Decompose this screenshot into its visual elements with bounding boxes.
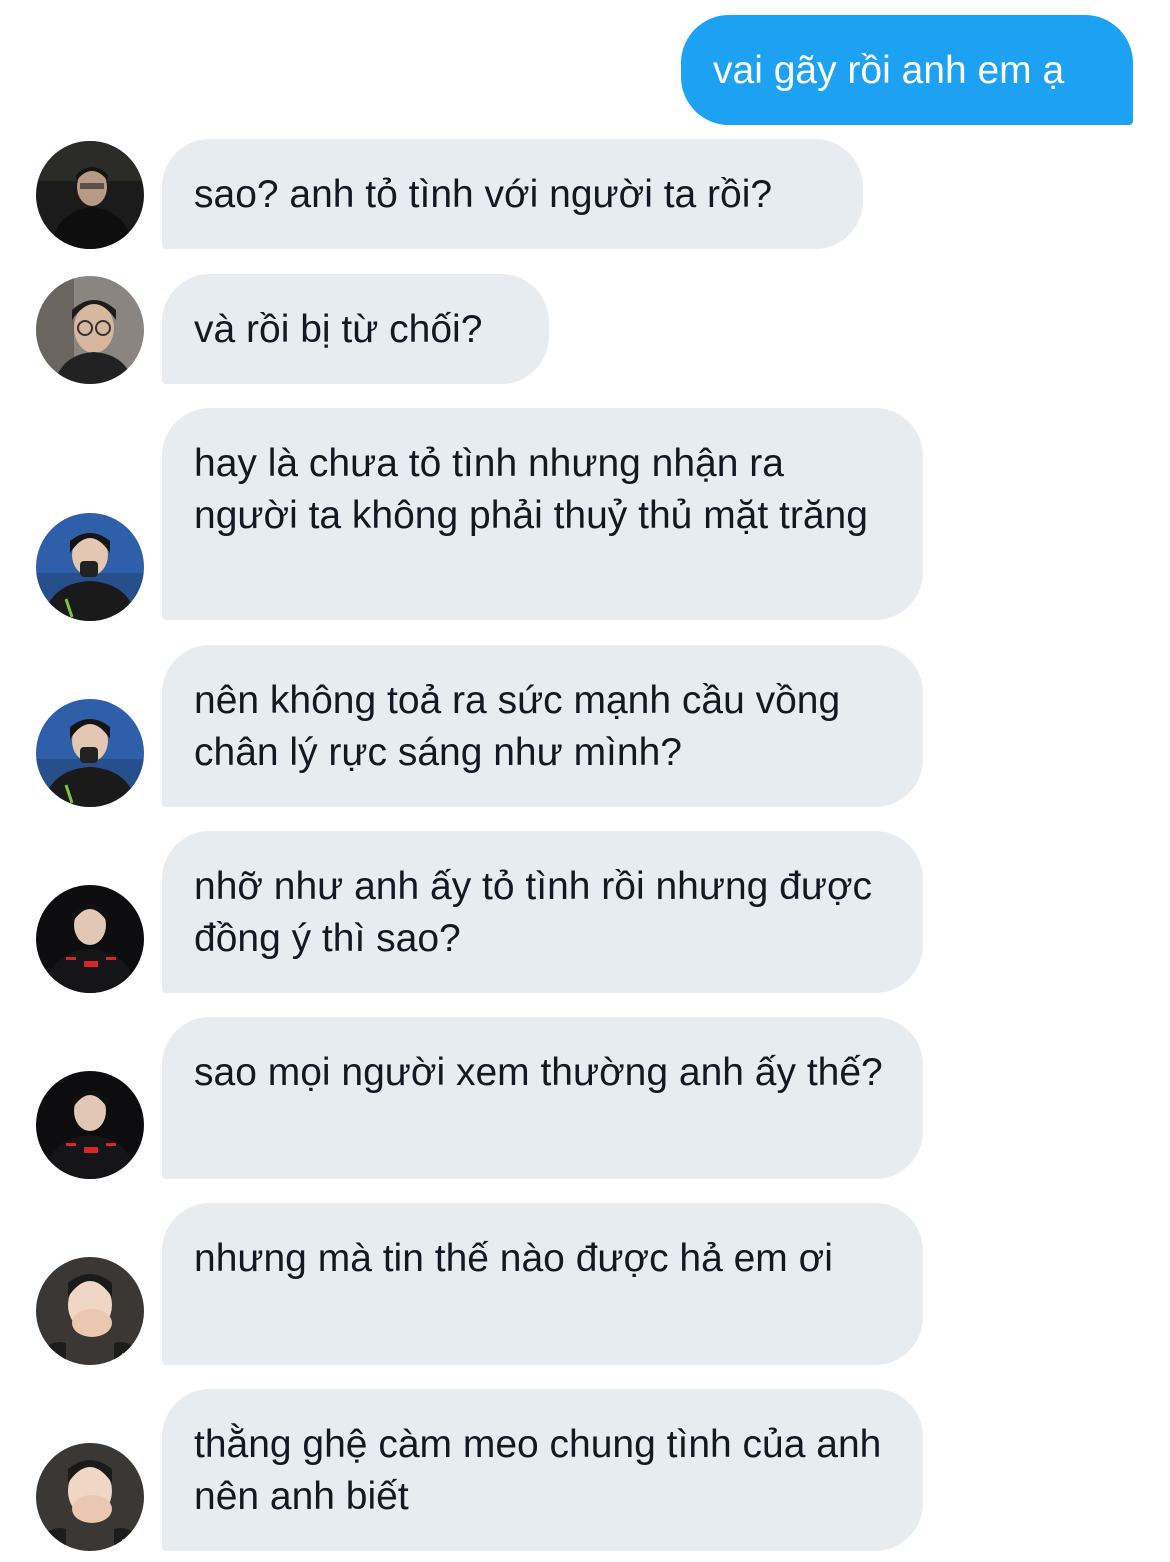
avatar-photo-icon — [36, 141, 144, 249]
avatar[interactable] — [36, 513, 144, 621]
message-bubble-received[interactable]: hay là chưa tỏ tình nhưng nhận ra người … — [162, 408, 923, 620]
avatar[interactable] — [36, 1257, 144, 1365]
avatar[interactable] — [36, 141, 144, 249]
message-bubble-received[interactable]: và rồi bị từ chối? — [162, 274, 549, 384]
avatar-photo-icon — [36, 1257, 144, 1365]
avatar[interactable] — [36, 699, 144, 807]
avatar-photo-icon — [36, 276, 144, 384]
message-bubble-received[interactable]: sao mọi người xem thường anh ấy thế? — [162, 1017, 923, 1179]
avatar[interactable] — [36, 885, 144, 993]
message-bubble-received[interactable]: nhưng mà tin thế nào được hả em ơi — [162, 1203, 923, 1365]
message-bubble-received[interactable]: thằng ghệ càm meo chung tình của anh nên… — [162, 1389, 923, 1551]
avatar-photo-icon — [36, 1071, 144, 1179]
avatar[interactable] — [36, 1071, 144, 1179]
avatar-photo-icon — [36, 513, 144, 621]
avatar[interactable] — [36, 276, 144, 384]
message-bubble-received[interactable]: sao? anh tỏ tình với người ta rồi? — [162, 139, 863, 249]
message-bubble-received[interactable]: nên không toả ra sức mạnh cầu vồng chân … — [162, 645, 923, 807]
avatar[interactable] — [36, 1443, 144, 1551]
message-bubble-sent[interactable]: vai gãy rồi anh em ạ — [681, 15, 1133, 125]
avatar-photo-icon — [36, 699, 144, 807]
avatar-photo-icon — [36, 1443, 144, 1551]
message-bubble-received[interactable]: nhỡ như anh ấy tỏ tình rồi nhưng được đồ… — [162, 831, 923, 993]
chat-thread: vai gãy rồi anh em ạ sao? anh tỏ tình vớ… — [0, 0, 1170, 1562]
avatar-photo-icon — [36, 885, 144, 993]
